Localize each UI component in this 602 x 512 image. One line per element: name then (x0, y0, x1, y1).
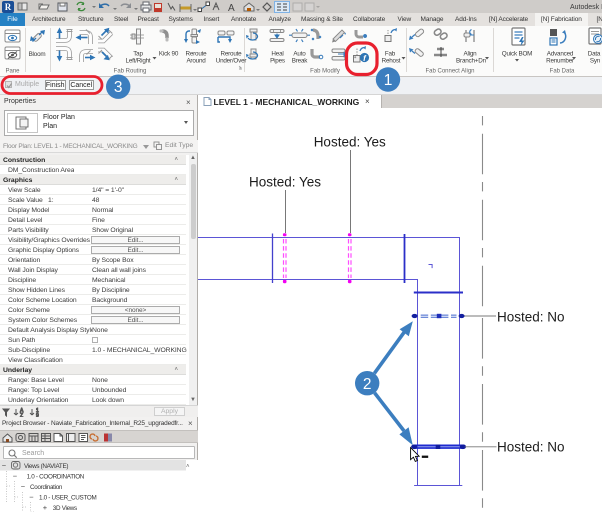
svg-text:Heal: Heal (271, 51, 283, 58)
svg-text:»: » (239, 67, 242, 73)
svg-text:Renumber: Renumber (546, 58, 574, 65)
svg-text:−: − (13, 472, 18, 481)
svg-text:Quick BOM: Quick BOM (502, 51, 532, 58)
svg-text:Fab: Fab (385, 51, 396, 58)
svg-text:Around: Around (186, 58, 206, 65)
svg-text:1.0 - USER_CUSTOM: 1.0 - USER_CUSTOM (39, 495, 96, 502)
svg-text:˄: ˄ (186, 464, 190, 470)
svg-text:Align: Align (463, 51, 477, 58)
svg-text:−: − (29, 493, 34, 502)
svg-text:−: − (2, 461, 7, 470)
svg-text:Break: Break (292, 58, 309, 65)
svg-text:Bloom: Bloom (29, 51, 46, 58)
svg-text:+: + (43, 503, 48, 512)
svg-text:2: 2 (363, 376, 372, 393)
svg-text:Under/Over: Under/Over (216, 58, 247, 65)
svg-text:Kick 90: Kick 90 (159, 51, 179, 58)
svg-text:A: A (228, 3, 235, 13)
svg-text:Fab Data: Fab Data (550, 69, 575, 75)
svg-text:3D Views: 3D Views (53, 505, 77, 512)
svg-text:Coordination: Coordination (30, 484, 63, 491)
svg-text:Hosted: Yes: Hosted: Yes (314, 135, 386, 150)
svg-text:Rehost: Rehost (382, 58, 401, 65)
svg-text:Data: Data (588, 51, 601, 58)
svg-text:Tap: Tap (133, 51, 143, 58)
svg-text:Views (NAVIATE): Views (NAVIATE) (24, 463, 68, 470)
svg-text:R: R (5, 2, 12, 12)
svg-text:Hosted: No: Hosted: No (497, 310, 565, 325)
svg-text:Pipes: Pipes (270, 58, 285, 65)
svg-text:Advanced: Advanced (547, 51, 574, 58)
svg-text:Fab Modify: Fab Modify (310, 69, 340, 75)
svg-text:Left/Right: Left/Right (126, 58, 151, 65)
svg-text:−: − (21, 482, 26, 491)
svg-text:Hosted: No: Hosted: No (497, 439, 565, 454)
svg-text:Syn: Syn (590, 58, 601, 65)
svg-text:Auto: Auto (293, 51, 306, 58)
svg-text:Fab Routing: Fab Routing (114, 69, 147, 75)
svg-text:Reroute: Reroute (220, 51, 242, 58)
svg-text:Hosted: Yes: Hosted: Yes (249, 174, 321, 189)
svg-text:Autodesk Revit: Autodesk Revit (570, 4, 602, 11)
svg-text:Branch+Dn: Branch+Dn (456, 58, 487, 65)
svg-text:1.0 - COORDINATION: 1.0 - COORDINATION (27, 474, 85, 481)
svg-text:Reroute: Reroute (185, 51, 207, 58)
svg-text:Fab Connect Align: Fab Connect Align (425, 69, 474, 75)
svg-text:Pane: Pane (5, 69, 20, 75)
